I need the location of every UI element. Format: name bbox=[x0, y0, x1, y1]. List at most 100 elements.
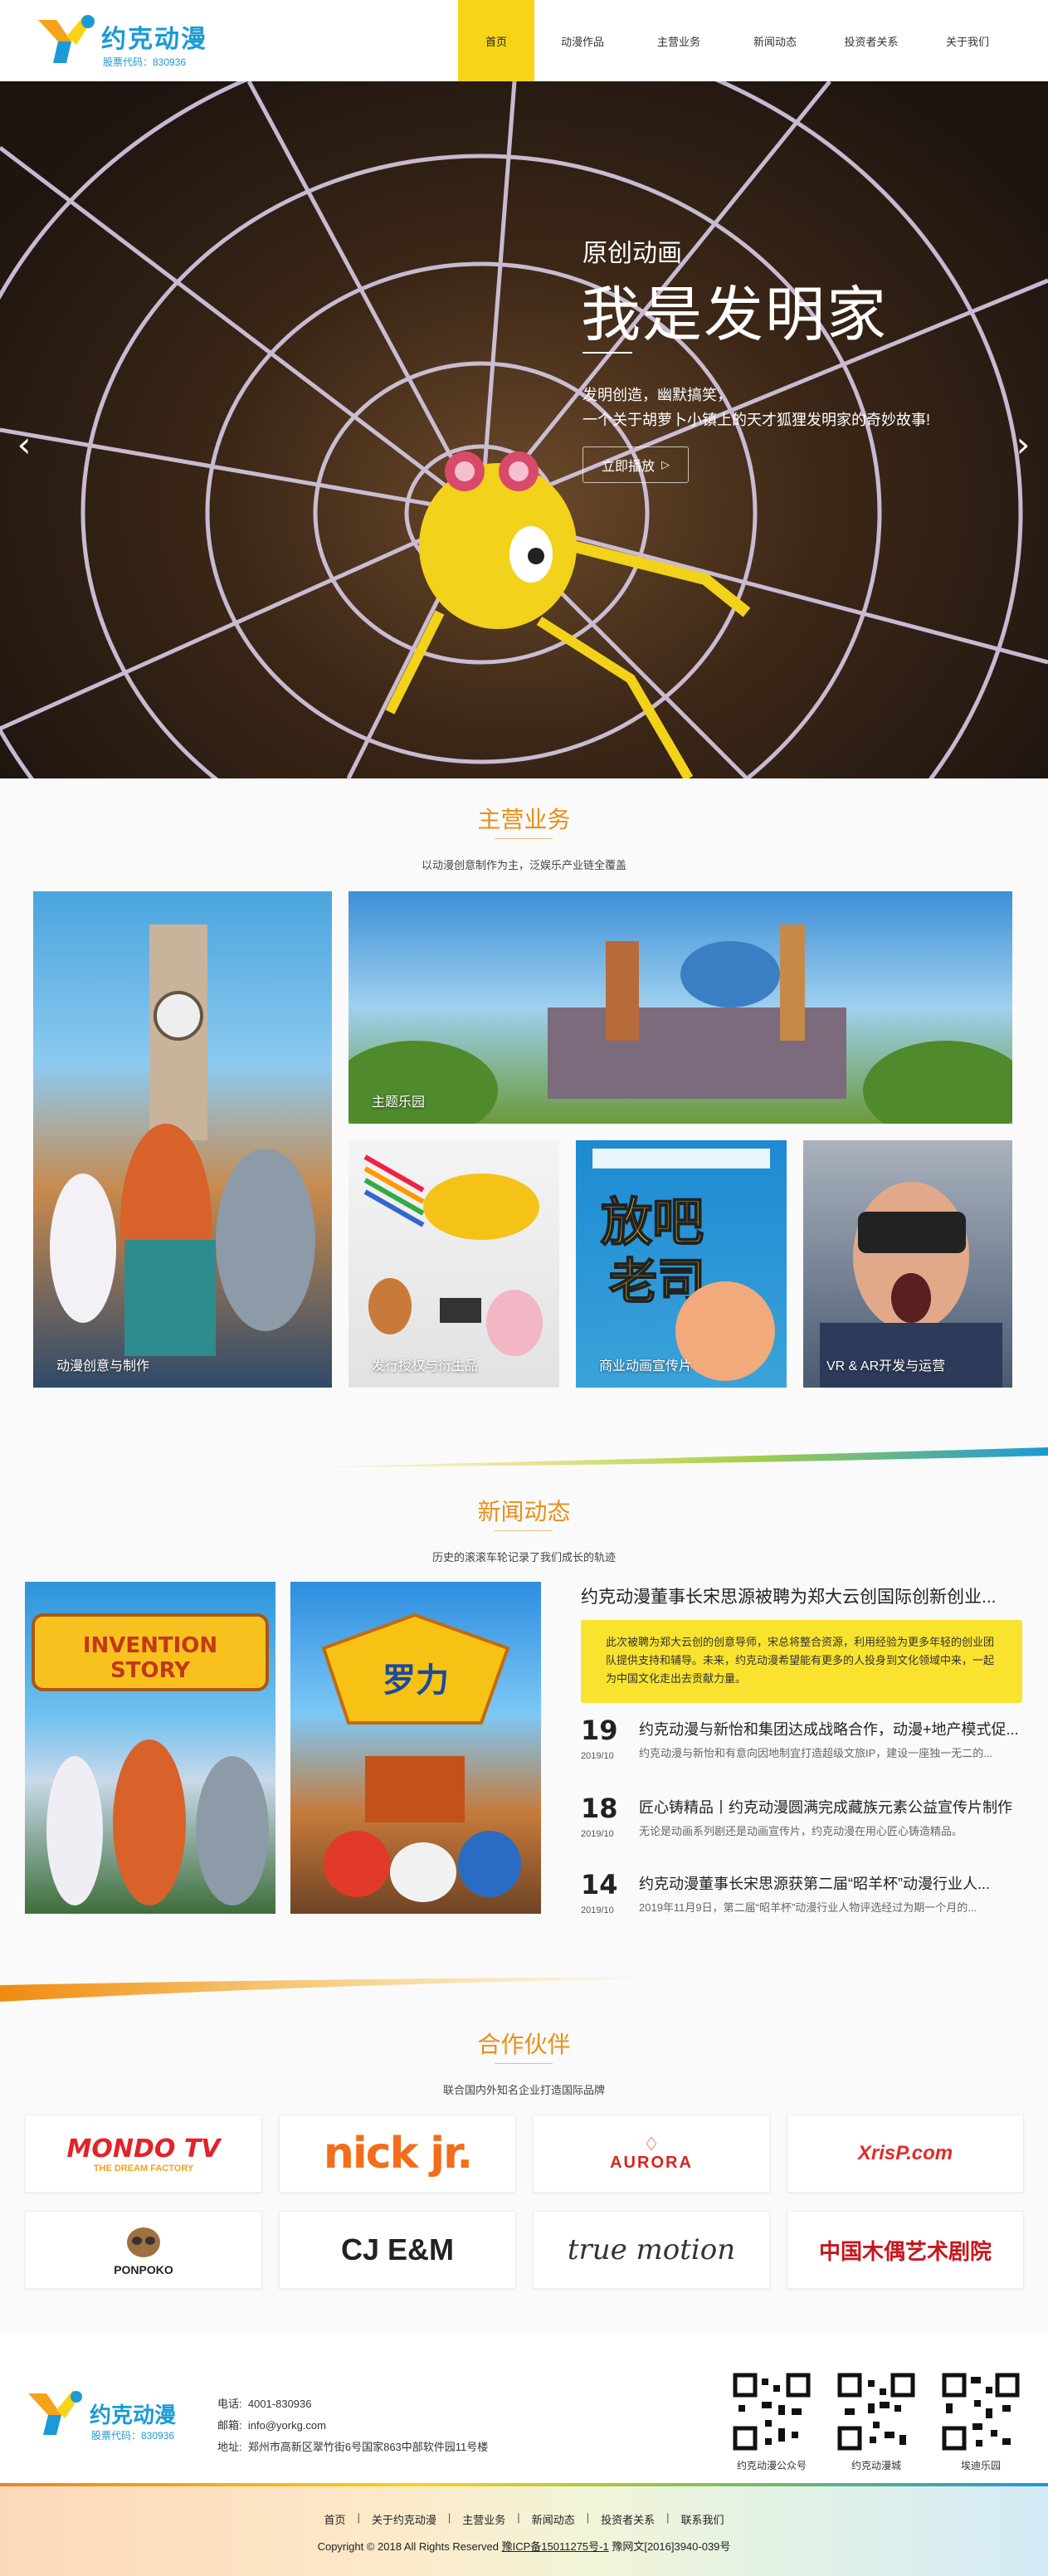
email-value[interactable]: info@yorkg.com bbox=[248, 2419, 326, 2432]
footer-bottom-bar bbox=[0, 2485, 1048, 2576]
partners-desc: 联合国内外知名企业打造国际品牌 bbox=[442, 2084, 605, 2096]
tile-label: 发行授权与衍生品 bbox=[372, 1359, 479, 1373]
partner-logo-aurora[interactable]: ♢ AURORA bbox=[533, 2115, 770, 2193]
news-featured-title[interactable]: 约克动漫董事长宋思源被聘为郑大云创国际创新创业... bbox=[581, 1583, 1026, 1608]
qr-code-icon bbox=[941, 2372, 1021, 2452]
logo-name: 约克动漫 bbox=[101, 25, 207, 54]
vr-headset-image bbox=[820, 1182, 1002, 1388]
footer-phone: 电话: 4001-830936 bbox=[217, 2395, 312, 2411]
address-value: 郑州市高新区翠竹街6号国家863中部软件园11号楼 bbox=[247, 2441, 489, 2453]
ponpoko-raccoon-icon bbox=[126, 2227, 160, 2257]
partner-logo-cj-em[interactable]: CJ E&M bbox=[279, 2211, 516, 2289]
news-desc: 历史的滚滚车轮记录了我们成长的轨迹 bbox=[431, 1551, 616, 1564]
footer-nav-contact[interactable]: 联系我们 bbox=[681, 2511, 724, 2527]
site-logo[interactable]: 约克动漫 股票代码：830936 bbox=[33, 12, 216, 70]
merchandise-image bbox=[363, 1154, 543, 1356]
footer-nav-news[interactable]: 新闻动态 bbox=[532, 2511, 575, 2527]
qr-code-icon bbox=[836, 2372, 916, 2452]
site-header: 约克动漫 股票代码：830936 首页 动漫作品 主营业务 新闻动态 投资者关系… bbox=[0, 0, 1048, 81]
nav-separator: | bbox=[666, 2511, 670, 2524]
true-motion-text: true motion bbox=[567, 2233, 736, 2266]
qr-caption: 约克动漫公众号 bbox=[736, 2460, 807, 2471]
play-now-label: 立即播放 bbox=[601, 460, 655, 474]
icp-link[interactable]: 豫ICP备15011275号-1 bbox=[502, 2540, 609, 2553]
nav-works[interactable]: 动漫作品 bbox=[534, 0, 631, 81]
news-day: 18 bbox=[581, 1793, 618, 1824]
hero-divider bbox=[582, 352, 632, 354]
news-list-item[interactable]: 14 2019/10 约克动漫董事长宋思源获第二届“昭羊杯”动漫行业人... 2… bbox=[581, 1869, 1026, 1919]
phone-label: 电话: bbox=[217, 2398, 242, 2410]
tile-commercial-animation[interactable]: 放吧 老司 商业动画宣传片 bbox=[576, 1140, 787, 1388]
footer-gradient-rule bbox=[0, 2483, 1048, 2486]
luoli-logo-text: 罗力 bbox=[383, 1661, 449, 1700]
news-list-item[interactable]: 18 2019/10 匠心铸精品丨约克动漫圆满完成藏族元素公益宣传片制作 无论是… bbox=[581, 1793, 1026, 1842]
footer-nav: 首页 | 关于约克动漫 | 主营业务 | 新闻动态 | 投资者关系 | 联系我们 bbox=[0, 2511, 1048, 2527]
partner-logo-ponpoko[interactable]: PONPOKO bbox=[25, 2211, 262, 2289]
footer-nav-about[interactable]: 关于约克动漫 bbox=[372, 2511, 436, 2527]
phone-value[interactable]: 4001-830936 bbox=[248, 2398, 312, 2410]
footer-nav-investors[interactable]: 投资者关系 bbox=[601, 2511, 655, 2527]
news-list-item[interactable]: 19 2019/10 约克动漫与新怡和集团达成战略合作，动漫+地产模式促... … bbox=[581, 1715, 1026, 1764]
partner-logo-china-puppet[interactable]: 中国木偶艺术剧院 bbox=[787, 2211, 1024, 2289]
partner-logo-mondo-tv[interactable]: MONDO TV THE DREAM FACTORY bbox=[25, 2115, 262, 2193]
hero-title: 我是发明家 bbox=[581, 280, 889, 349]
chevron-left-icon[interactable]: ‹ bbox=[12, 423, 37, 465]
qr-caption: 埃迪乐园 bbox=[960, 2460, 1001, 2471]
tile-animation-production[interactable]: 动漫创意与制作 bbox=[33, 891, 332, 1388]
aurora-text: AURORA bbox=[610, 2153, 693, 2172]
news-item-title[interactable]: 约克动漫与新怡和集团达成战略合作，动漫+地产模式促... bbox=[639, 1718, 1026, 1739]
partner-logo-nick-jr[interactable]: nick jr. bbox=[279, 2115, 516, 2193]
cj-em-text: CJ E&M bbox=[340, 2232, 455, 2266]
animal-characters-image bbox=[50, 925, 315, 1356]
divider-swoosh-orange bbox=[0, 1977, 672, 2002]
luoli-poster bbox=[321, 1612, 521, 1902]
xrisp-text: XrisP.com bbox=[857, 2142, 953, 2164]
nav-home[interactable]: 首页 bbox=[458, 0, 534, 81]
qr-code-icon bbox=[732, 2372, 812, 2452]
partner-logo-true-motion[interactable]: true motion bbox=[533, 2211, 770, 2289]
invention-story-logo-text: INVENTION STORY bbox=[82, 1633, 218, 1683]
culture-license: 豫网文[2016]3940-039号 bbox=[608, 2540, 731, 2553]
news-image-luoli[interactable]: 罗力 bbox=[290, 1582, 541, 1914]
business-title-rule bbox=[495, 838, 553, 839]
main-nav: 首页 动漫作品 主营业务 新闻动态 投资者关系 关于我们 bbox=[458, 0, 1016, 81]
nick-jr-text: nick jr. bbox=[323, 2129, 473, 2178]
tile-label: 主题乐园 bbox=[372, 1095, 426, 1110]
news-year-month: 2019/10 bbox=[581, 1829, 614, 1839]
play-triangle-icon: ▷ bbox=[661, 458, 670, 471]
tile-licensing-merch[interactable]: 发行授权与衍生品 bbox=[349, 1140, 559, 1388]
footer-email: 邮箱: info@yorkg.com bbox=[217, 2417, 326, 2432]
hero-banner: 原创动画 我是发明家 发明创造，幽默搞笑， 一个关于胡萝卜小镇上的天才狐狸发明家… bbox=[0, 81, 1048, 778]
tile-label: 商业动画宣传片 bbox=[599, 1359, 693, 1373]
aurora-mark-icon: ♢ bbox=[643, 2133, 660, 2154]
footer-nav-business[interactable]: 主营业务 bbox=[462, 2511, 505, 2527]
footer-nav-home[interactable]: 首页 bbox=[324, 2511, 345, 2527]
tile-label: 动漫创意与制作 bbox=[56, 1359, 150, 1373]
nav-separator: | bbox=[517, 2511, 520, 2524]
nav-investors[interactable]: 投资者关系 bbox=[823, 0, 919, 81]
news-day: 14 bbox=[581, 1869, 618, 1900]
castle-image bbox=[349, 925, 1012, 1124]
nav-news[interactable]: 新闻动态 bbox=[727, 0, 823, 81]
footer-logo[interactable]: 约克动漫 股票代码：830936 bbox=[25, 2387, 191, 2445]
play-now-button[interactable]: 立即播放 ▷ bbox=[582, 446, 689, 483]
nav-about[interactable]: 关于我们 bbox=[919, 0, 1016, 81]
chevron-right-icon[interactable]: › bbox=[1011, 423, 1036, 465]
news-image-invention-story[interactable]: INVENTION STORY bbox=[25, 1582, 275, 1914]
partner-logo-xrisp[interactable]: XrisP.com bbox=[787, 2115, 1024, 2193]
news-item-summary: 无论是动画系列剧还是动画宣传片，约克动漫在用心匠心铸造精品。 bbox=[639, 1825, 963, 1837]
invention-story-poster bbox=[32, 1613, 269, 1905]
tile-vr-ar[interactable]: VR & AR开发与运营 bbox=[803, 1140, 1012, 1388]
news-item-summary: 约克动漫与新怡和有意向因地制宜打造超级文旅IP，建设一座独一无二的... bbox=[639, 1747, 993, 1759]
tile-theme-park[interactable]: 主题乐园 bbox=[349, 891, 1012, 1124]
nav-separator: | bbox=[447, 2511, 451, 2524]
news-item-title[interactable]: 匠心铸精品丨约克动漫圆满完成藏族元素公益宣传片制作 bbox=[639, 1796, 1026, 1817]
news-item-title[interactable]: 约克动漫董事长宋思源获第二届“昭羊杯”动漫行业人... bbox=[639, 1872, 1026, 1894]
address-label: 地址: bbox=[217, 2441, 242, 2453]
news-year-month: 2019/10 bbox=[581, 1905, 614, 1915]
spider-web-illustration bbox=[0, 81, 1048, 778]
partners-title: 合作伙伴 bbox=[477, 2031, 571, 2058]
email-label: 邮箱: bbox=[217, 2419, 242, 2432]
nav-business[interactable]: 主营业务 bbox=[631, 0, 727, 81]
hero-description-line2: 一个关于胡萝卜小镇上的天才狐狸发明家的奇妙故事! bbox=[582, 412, 930, 428]
